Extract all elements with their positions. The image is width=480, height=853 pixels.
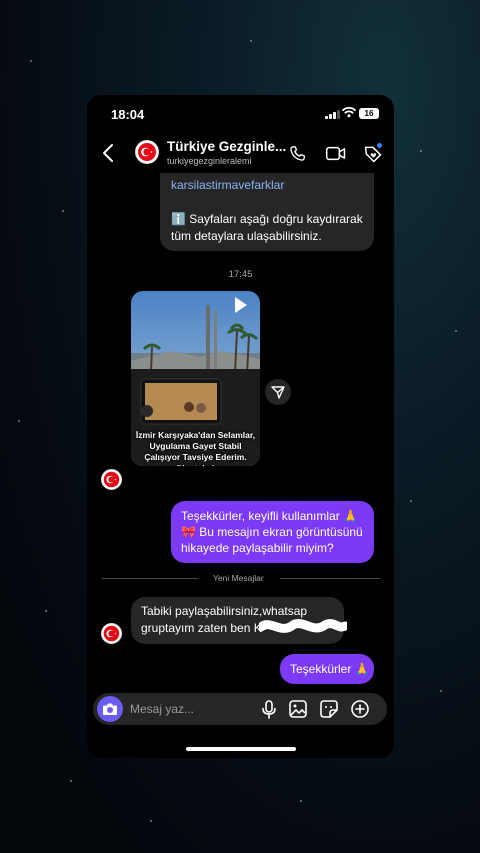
battery-indicator: 16	[359, 108, 379, 119]
shared-video-card[interactable]: İzmir Karşıyaka'dan Selamlar, Uygulama G…	[131, 291, 260, 466]
message-text: ℹ️ Sayfaları aşağı doğru kaydırarak tüm …	[171, 212, 363, 243]
separator-line-right	[280, 578, 380, 579]
video-camera-icon[interactable]	[325, 144, 347, 163]
contact-avatar-small[interactable]	[101, 469, 122, 490]
incoming-message[interactable]: Tabiki paylaşabilirsiniz,whatsap gruptay…	[131, 597, 347, 644]
chat-username: turkiyegezginleralemi	[167, 156, 252, 166]
outgoing-message[interactable]: Teşekkürler, keyifli kullanımlar 🙏 🎀 Bu …	[171, 501, 374, 563]
turkish-flag-logo-icon	[103, 625, 120, 642]
home-indicator[interactable]	[186, 747, 296, 751]
turkish-flag-logo-icon	[103, 471, 120, 488]
cellular-signal-icon	[325, 110, 340, 119]
contact-avatar-small[interactable]	[101, 623, 122, 644]
message-link[interactable]: karsilastirmavefarklar	[171, 177, 284, 194]
new-messages-divider: Yeni Mesajlar	[213, 573, 264, 583]
phone-screen: 18:04 16 Türkiye Gezginle... turkiyegezg…	[87, 95, 394, 758]
chat-header: Türkiye Gezginle... turkiyegezginleralem…	[87, 133, 394, 173]
message-timestamp: 17:45	[228, 269, 253, 280]
battery-level: 16	[364, 109, 374, 118]
phone-icon[interactable]	[288, 144, 307, 163]
message-text: Teşekkürler, keyifli kullanımlar 🙏 🎀 Bu …	[181, 509, 363, 555]
message-input[interactable]: Mesaj yaz...	[130, 702, 194, 716]
camera-icon	[103, 703, 117, 715]
gallery-icon[interactable]	[289, 700, 307, 718]
wifi-icon	[342, 107, 356, 118]
notification-dot	[377, 143, 382, 148]
contact-avatar[interactable]	[135, 140, 159, 164]
message-list[interactable]: karsilastirmavefarklar ℹ️ Sayfaları aşağ…	[87, 173, 394, 688]
sticker-icon[interactable]	[320, 700, 338, 718]
plus-circle-icon[interactable]	[351, 700, 369, 718]
microphone-icon[interactable]	[261, 700, 277, 719]
share-icon[interactable]	[265, 379, 291, 405]
chat-title[interactable]: Türkiye Gezginle...	[167, 139, 286, 154]
separator-line-left	[102, 578, 198, 579]
status-time: 18:04	[111, 107, 145, 122]
camera-button[interactable]	[97, 696, 123, 722]
turkish-flag-logo-icon	[138, 143, 156, 161]
message-composer: Mesaj yaz...	[93, 693, 387, 725]
message-text: Teşekkürler 🙏	[290, 662, 370, 676]
status-bar: 18:04 16	[87, 95, 394, 133]
video-caption: İzmir Karşıyaka'dan Selamlar, Uygulama G…	[135, 430, 256, 466]
redaction-scribble	[259, 619, 347, 633]
incoming-message-info[interactable]: karsilastirmavefarklar ℹ️ Sayfaları aşağ…	[160, 173, 374, 251]
chevron-left-icon[interactable]	[102, 143, 114, 163]
outgoing-message[interactable]: Teşekkürler 🙏	[280, 654, 374, 684]
